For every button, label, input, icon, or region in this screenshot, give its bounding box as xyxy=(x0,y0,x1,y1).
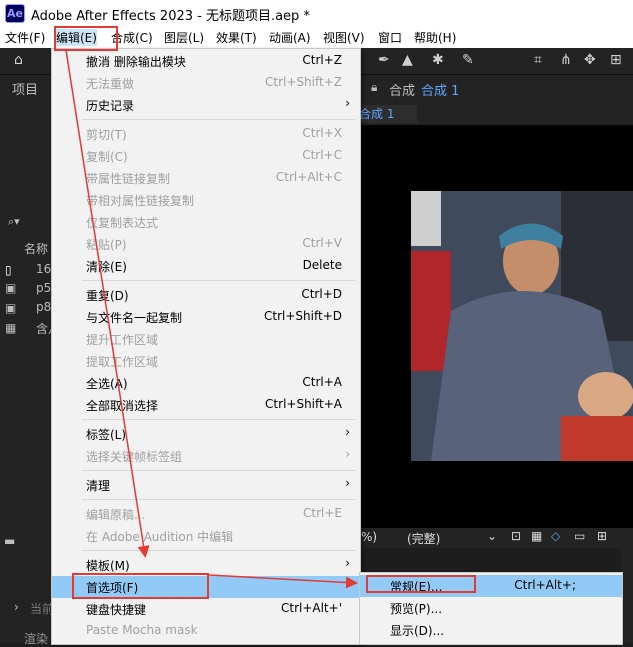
arrow-preferences-to-general xyxy=(208,574,358,589)
arrow-edit-to-preferences xyxy=(65,49,150,558)
annotation-arrows xyxy=(65,49,358,589)
